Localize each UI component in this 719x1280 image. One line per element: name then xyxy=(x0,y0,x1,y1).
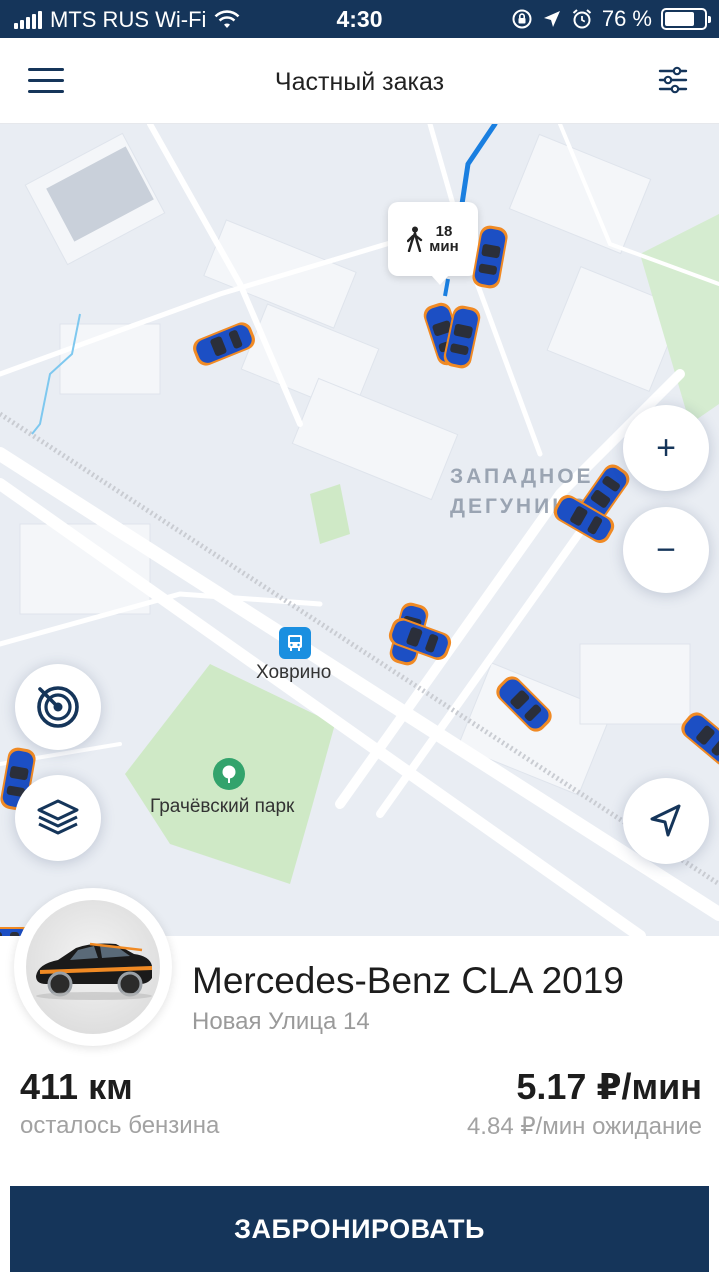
layers-icon xyxy=(37,799,79,835)
map-view[interactable]: ЗАПАДНОЕ ДЕГУНИНО Ховрино Грачёвский пар… xyxy=(0,124,719,936)
radar-icon xyxy=(37,686,79,728)
location-arrow-icon xyxy=(543,11,560,27)
book-button[interactable]: ЗАБРОНИРОВАТЬ xyxy=(10,1186,709,1272)
radar-button[interactable] xyxy=(15,664,101,750)
filter-sliders-icon[interactable] xyxy=(657,64,689,96)
fuel-range-value: 411 км xyxy=(20,1066,133,1107)
status-right: 76 % xyxy=(511,6,711,32)
zoom-out-button[interactable]: − xyxy=(623,507,709,593)
car-image xyxy=(26,900,160,1034)
walk-time-text: 18 мин xyxy=(429,224,458,254)
walk-time-badge[interactable]: 18 мин xyxy=(388,202,478,285)
alarm-icon xyxy=(572,9,591,29)
walk-time-value: 18 xyxy=(435,223,453,240)
car-photo xyxy=(14,888,172,1046)
app-header: Частный заказ xyxy=(0,38,719,124)
status-bar: MTS RUS Wi-Fi 4:30 76 % xyxy=(0,0,719,38)
zoom-out-label: − xyxy=(656,530,676,569)
car-image-drawing xyxy=(36,942,153,1000)
fuel-range-label: осталось бензина xyxy=(20,1112,220,1139)
station-label: Ховрино xyxy=(256,662,332,683)
navigation-arrow-icon xyxy=(650,804,681,837)
district-line1: ЗАПАДНОЕ xyxy=(450,465,594,488)
locate-me-button[interactable] xyxy=(623,778,709,864)
park-label: Грачёвский парк xyxy=(150,796,295,817)
park-tree-icon xyxy=(213,758,245,790)
waiting-price: 4.84 ₽/мин ожидание xyxy=(466,1113,702,1140)
bus-stop-icon[interactable] xyxy=(279,627,311,659)
price-per-minute: 5.17 ₽/мин xyxy=(516,1066,702,1107)
battery-percent: 76 % xyxy=(601,6,652,31)
zoom-in-button[interactable]: + xyxy=(623,405,709,491)
pedestrian-icon xyxy=(407,226,423,252)
layers-button[interactable] xyxy=(15,775,101,861)
car-address: Новая Улица 14 xyxy=(192,1008,370,1035)
page-title: Частный заказ xyxy=(274,68,445,96)
lock-rotation-icon xyxy=(512,9,532,29)
battery-fill xyxy=(665,12,694,26)
car-model-name: Mercedes-Benz CLA 2019 xyxy=(192,960,624,1001)
battery-icon xyxy=(661,8,711,30)
zoom-in-label: + xyxy=(656,428,676,467)
walk-time-unit: мин xyxy=(429,238,459,255)
